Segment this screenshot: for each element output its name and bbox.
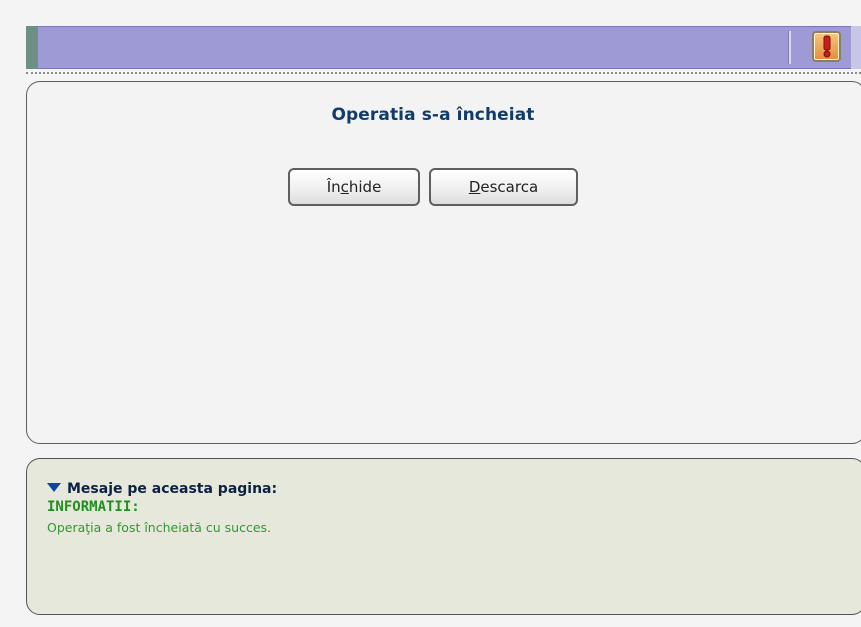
alert-button[interactable] — [812, 31, 841, 62]
download-button[interactable]: Descarca — [429, 168, 578, 206]
close-button-label-suffix: hide — [348, 178, 382, 196]
main-panel: Operatia s-a încheiat Închide Descarca — [26, 81, 861, 444]
download-button-label-suffix: escarca — [480, 178, 539, 196]
messages-panel: Mesaje pe aceasta pagina: INFORMATII: Op… — [26, 458, 861, 615]
dotted-separator — [26, 72, 861, 74]
dialog-title: Operatia s-a încheiat — [331, 105, 535, 125]
close-button[interactable]: Închide — [288, 168, 420, 206]
title-bar-right-edge — [851, 26, 861, 69]
app-window: Operatia s-a încheiat Închide Descarca M… — [0, 0, 861, 627]
info-message: Operaţia a fost încheiată cu succes. — [47, 520, 272, 535]
title-bar-left-edge — [26, 26, 38, 69]
title-bar — [26, 26, 861, 69]
download-button-accelerator: D — [468, 178, 481, 196]
exclamation-alert-icon — [823, 35, 830, 58]
info-label: INFORMATII: — [47, 499, 140, 515]
title-bar-divider — [788, 31, 791, 64]
close-button-accelerator: c — [340, 178, 349, 196]
messages-header[interactable]: Mesaje pe aceasta pagina: — [47, 481, 277, 497]
close-button-label-prefix: În — [326, 178, 341, 196]
messages-header-label: Mesaje pe aceasta pagina: — [67, 481, 278, 497]
expand-triangle-icon[interactable] — [47, 483, 61, 492]
